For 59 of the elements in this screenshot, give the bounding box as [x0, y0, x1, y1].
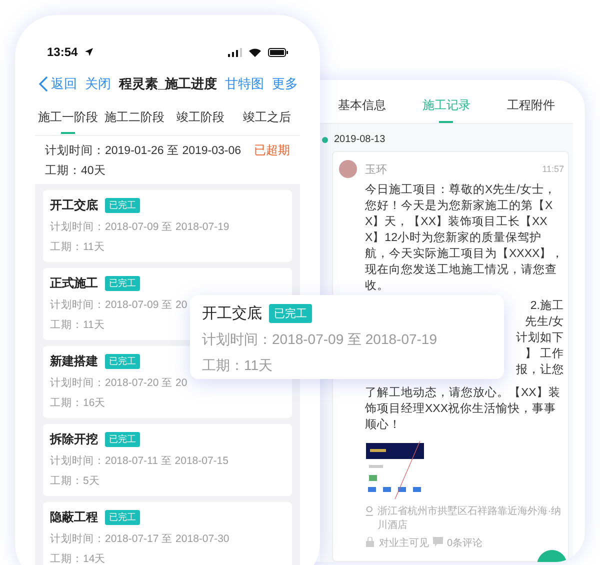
duration: 工期：11天 — [202, 357, 274, 375]
duration: 工期：40天 — [45, 164, 107, 178]
record-date: 2019-08-13 — [334, 134, 386, 145]
task-card[interactable]: 拆除开挖 已完工 计划时间：2018-07-11 至 2018-07-15 工期：5天 — [43, 424, 292, 496]
status-badge: 已完工 — [105, 354, 140, 369]
stage-tab[interactable]: 施工二阶段 — [101, 101, 168, 135]
task-name: 拆除开挖 — [50, 431, 98, 448]
plan-dates: 计划时间：2018-07-09 至 2018-07-19 — [50, 220, 230, 234]
status-badge: 已完工 — [105, 198, 140, 213]
plan-dates: 计划时间：2018-07-11 至 2018-07-15 — [50, 454, 230, 468]
post-time: 11:57 — [542, 164, 564, 174]
stage-tab[interactable]: 施工一阶段 — [35, 101, 102, 135]
duration: 工期：11天 — [50, 240, 106, 254]
overdue-status: 已超期 — [254, 142, 290, 159]
status-badge: 已完工 — [105, 510, 140, 525]
record-text: 2.施工 — [530, 298, 564, 314]
task-name: 开工交底 — [202, 304, 262, 323]
stage-tab[interactable]: 竣工之后 — [234, 101, 300, 135]
task-card[interactable]: 隐蔽工程 已完工 计划时间：2018-07-17 至 2018-07-30 工期：14天 — [43, 502, 292, 565]
lock-icon — [365, 537, 375, 547]
back-chevron-icon — [39, 76, 48, 92]
status-badge: 已完工 — [105, 276, 140, 291]
author-name: 玉环 — [365, 162, 388, 176]
task-name: 正式施工 — [50, 275, 98, 292]
record-tab[interactable]: 基本信息 — [320, 83, 404, 123]
comment-icon — [433, 537, 443, 547]
record-text: 了解工地动态，请您放心。【XX】装饰项目经理XXX祝你生活愉快，事事顺心！ — [365, 385, 562, 433]
duration: 工期：11天 — [50, 318, 106, 332]
duration: 工期：14天 — [50, 552, 107, 565]
record-text: 今日施工项目：尊敬的X先生/女士，您好！今天是为您新家施工的第【XX】天，【XX】装饰项目工长【XXX】12小时为您新家的质量保驾护航，今天实际施工项目为【XXXX】，现在向您发送工地施工情况，请您查收。 — [365, 182, 564, 294]
record-tab[interactable]: 工程附件 — [488, 83, 573, 123]
plan-dates: 计划时间：2018-07-20 至 20 — [50, 376, 188, 390]
plan-dates: 计划时间：2018-07-17 至 2018-07-30 — [50, 532, 230, 546]
task-name: 新建搭建 — [50, 353, 98, 370]
wifi-icon — [249, 48, 261, 56]
location-text: 浙江省杭州市拱墅区石祥路靠近海外海·纳川酒店 — [378, 505, 562, 533]
record-text: 先生/女 — [524, 314, 564, 330]
status-time: 13:54 — [47, 45, 78, 59]
record-text: 计划如下 — [516, 330, 564, 346]
task-card[interactable]: 开工交底 已完工 计划时间：2018-07-09 至 2018-07-19 工期：11天 — [43, 190, 292, 262]
page-title: 程灵素_施工进度 — [119, 75, 218, 93]
plan-dates: 计划时间：2018-07-09 至 20 — [50, 298, 188, 312]
stage-tab[interactable]: 竣工阶段 — [168, 101, 234, 135]
task-name: 开工交底 — [50, 197, 98, 214]
duration: 工期：16天 — [50, 396, 107, 410]
back-button[interactable]: 返回 — [39, 75, 77, 93]
avatar — [339, 160, 357, 178]
battery-icon — [268, 48, 288, 56]
status-badge: 已完工 — [269, 304, 312, 323]
signal-icon — [228, 48, 242, 56]
status-badge: 已完工 — [105, 432, 140, 447]
visibility-text: 对业主可见 — [379, 537, 429, 551]
record-text: 报，让您 — [516, 362, 564, 378]
plan-dates: 计划时间：2019-01-26 至 2019-03-06 — [45, 144, 242, 158]
task-name: 隐蔽工程 — [50, 509, 98, 526]
location-pin-icon — [365, 505, 374, 517]
location-arrow-icon — [84, 48, 93, 56]
duration: 工期：5天 — [50, 474, 101, 488]
record-text: 】 工作 — [524, 346, 564, 362]
